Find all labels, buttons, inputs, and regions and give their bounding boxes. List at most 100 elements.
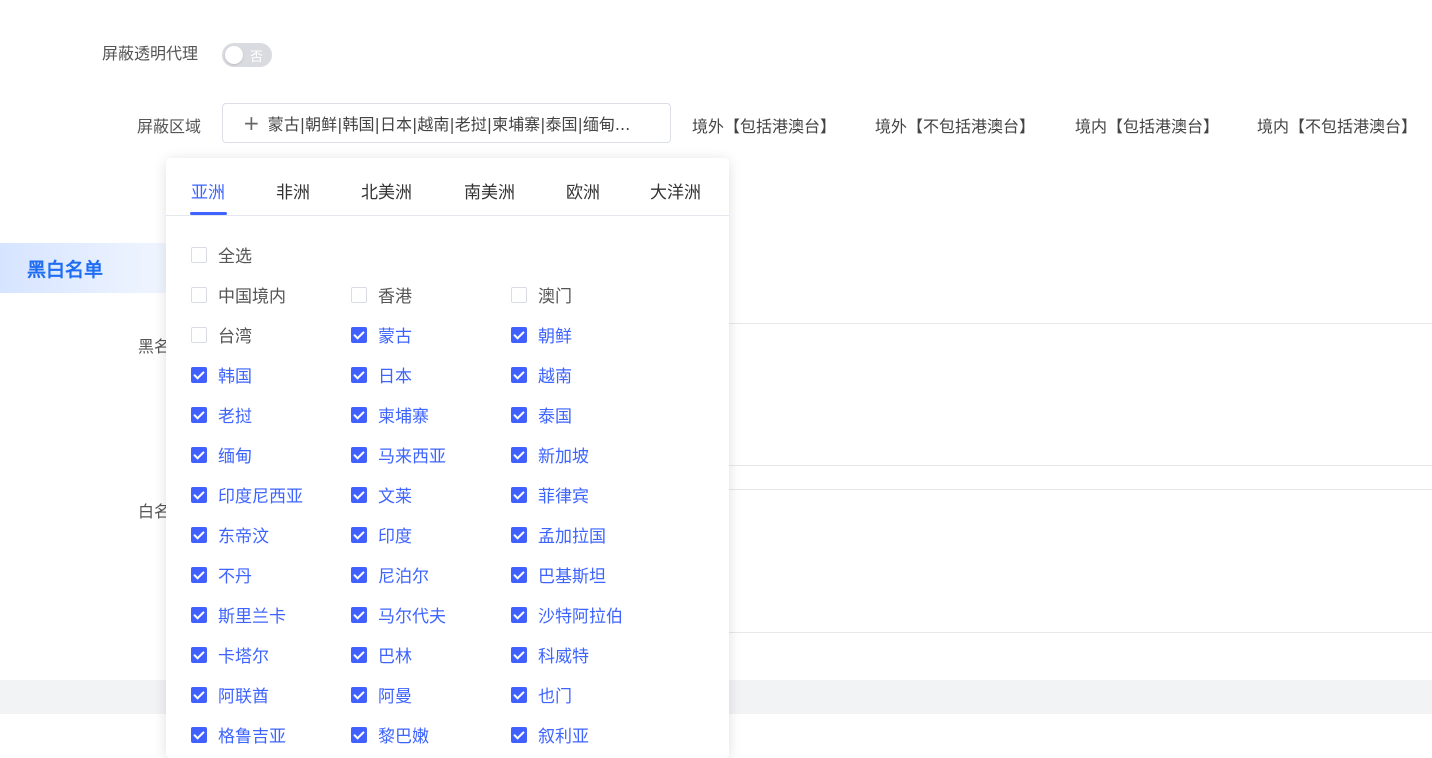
country-option[interactable]: 台湾 <box>191 322 252 347</box>
country-option-label: 朝鲜 <box>538 327 572 347</box>
country-option[interactable]: 东帝汶 <box>191 522 269 547</box>
checkbox-checked <box>191 526 207 543</box>
checkbox-checked <box>511 606 527 623</box>
country-option[interactable]: 沙特阿拉伯 <box>511 602 623 627</box>
country-option[interactable]: 柬埔寨 <box>351 402 429 427</box>
country-option-label: 日本 <box>378 367 412 387</box>
tab-asia[interactable]: 亚洲 <box>191 178 225 203</box>
country-option[interactable]: 马尔代夫 <box>351 602 446 627</box>
checkbox-checked <box>511 526 527 543</box>
region-select-input[interactable]: + 蒙古|朝鲜|韩国|日本|越南|老挝|柬埔寨|泰国|缅甸... <box>222 103 671 143</box>
quick-link-overseas-incl-hkmt[interactable]: 境外【包括港澳台】 <box>692 113 836 137</box>
checkbox-checked <box>351 646 367 663</box>
blacklist-box-bottom-border <box>729 465 1432 466</box>
country-option[interactable]: 泰国 <box>511 402 572 427</box>
checkbox-checked <box>511 326 527 343</box>
country-option-label: 老挝 <box>218 407 252 427</box>
country-option[interactable]: 科威特 <box>511 642 589 667</box>
country-option[interactable]: 阿联酋 <box>191 682 269 707</box>
checkbox-checked <box>191 566 207 583</box>
tab-south-america[interactable]: 南美洲 <box>464 178 515 203</box>
checkbox-checked <box>351 446 367 463</box>
country-option-label: 蒙古 <box>378 327 412 347</box>
checkbox-box <box>191 246 207 263</box>
toggle-state-text: 否 <box>250 49 264 65</box>
quick-link-domestic-excl-hkmt[interactable]: 境内【不包括港澳台】 <box>1257 113 1417 137</box>
country-option[interactable]: 印度尼西亚 <box>191 482 303 507</box>
country-option-label: 孟加拉国 <box>538 527 606 547</box>
checkbox-checked <box>191 606 207 623</box>
country-option[interactable]: 新加坡 <box>511 442 589 467</box>
tab-europe[interactable]: 欧洲 <box>566 178 600 203</box>
checkbox-unchecked <box>191 326 207 343</box>
country-option[interactable]: 印度 <box>351 522 412 547</box>
country-option[interactable]: 孟加拉国 <box>511 522 606 547</box>
country-option[interactable]: 不丹 <box>191 562 252 587</box>
active-tab-indicator <box>190 212 227 215</box>
country-option-label: 泰国 <box>538 407 572 427</box>
country-option[interactable]: 香港 <box>351 282 412 307</box>
checkbox-checked <box>511 646 527 663</box>
country-option[interactable]: 尼泊尔 <box>351 562 429 587</box>
country-option[interactable]: 巴基斯坦 <box>511 562 606 587</box>
checkbox-checked <box>191 366 207 383</box>
section-title-blackwhite-list: 黑白名单 <box>0 243 170 293</box>
country-option-label: 沙特阿拉伯 <box>538 607 623 627</box>
country-option-label: 黎巴嫩 <box>378 727 429 747</box>
country-option[interactable]: 韩国 <box>191 362 252 387</box>
tab-africa[interactable]: 非洲 <box>276 178 310 203</box>
country-option-label: 也门 <box>538 687 572 707</box>
checkbox-checked <box>191 646 207 663</box>
checkbox-checked <box>191 726 207 743</box>
country-option[interactable]: 缅甸 <box>191 442 252 467</box>
checkbox-checked <box>511 446 527 463</box>
checkbox-checked <box>511 726 527 743</box>
country-option[interactable]: 格鲁吉亚 <box>191 722 286 747</box>
country-option-label: 阿联酋 <box>218 687 269 707</box>
country-option[interactable]: 文莱 <box>351 482 412 507</box>
checkbox-checked <box>511 686 527 703</box>
tab-north-america[interactable]: 北美洲 <box>361 178 412 203</box>
region-dropdown-popup: 亚洲 非洲 北美洲 南美洲 欧洲 大洋洲 全选 中国境内 香港 澳门台湾 蒙古 朝鲜韩国… <box>166 158 729 758</box>
country-option[interactable]: 也门 <box>511 682 572 707</box>
country-option-label: 叙利亚 <box>538 727 589 747</box>
country-option[interactable]: 马来西亚 <box>351 442 446 467</box>
country-option[interactable]: 老挝 <box>191 402 252 427</box>
country-option[interactable]: 菲律宾 <box>511 482 589 507</box>
transparent-proxy-label: 屏蔽透明代理 <box>102 44 199 63</box>
country-option-label: 越南 <box>538 367 572 387</box>
country-option[interactable]: 日本 <box>351 362 412 387</box>
quick-link-overseas-excl-hkmt[interactable]: 境外【不包括港澳台】 <box>875 113 1035 137</box>
country-option-label: 印度尼西亚 <box>218 487 303 507</box>
country-option-label: 澳门 <box>538 287 572 307</box>
country-option-label: 香港 <box>378 287 412 307</box>
country-option[interactable]: 朝鲜 <box>511 322 572 347</box>
checkbox-unchecked <box>351 286 367 303</box>
country-option[interactable]: 斯里兰卡 <box>191 602 286 627</box>
country-option-label: 台湾 <box>218 327 252 347</box>
country-option[interactable]: 蒙古 <box>351 322 412 347</box>
country-option[interactable]: 澳门 <box>511 282 572 307</box>
quick-link-domestic-incl-hkmt[interactable]: 境内【包括港澳台】 <box>1075 113 1219 137</box>
checkbox-checked <box>351 526 367 543</box>
country-option[interactable]: 叙利亚 <box>511 722 589 747</box>
toggle-knob <box>225 46 243 64</box>
country-option[interactable]: 巴林 <box>351 642 412 667</box>
country-option-label: 巴基斯坦 <box>538 567 606 587</box>
whitelist-box-top-border <box>729 489 1432 490</box>
select-all-label: 全选 <box>218 247 252 267</box>
checkbox-checked <box>191 446 207 463</box>
tab-oceania[interactable]: 大洋洲 <box>650 178 701 203</box>
country-option[interactable]: 黎巴嫩 <box>351 722 429 747</box>
country-option-label: 阿曼 <box>378 687 412 707</box>
country-option[interactable]: 越南 <box>511 362 572 387</box>
country-option[interactable]: 中国境内 <box>191 282 286 307</box>
checkbox-checked <box>511 486 527 503</box>
country-option-label: 菲律宾 <box>538 487 589 507</box>
country-option-label: 缅甸 <box>218 447 252 467</box>
country-option[interactable]: 阿曼 <box>351 682 412 707</box>
country-option[interactable]: 卡塔尔 <box>191 642 269 667</box>
transparent-proxy-toggle[interactable]: 否 <box>222 43 272 67</box>
whitelist-box-bottom-border <box>729 632 1432 633</box>
select-all-checkbox[interactable]: 全选 <box>191 242 252 267</box>
